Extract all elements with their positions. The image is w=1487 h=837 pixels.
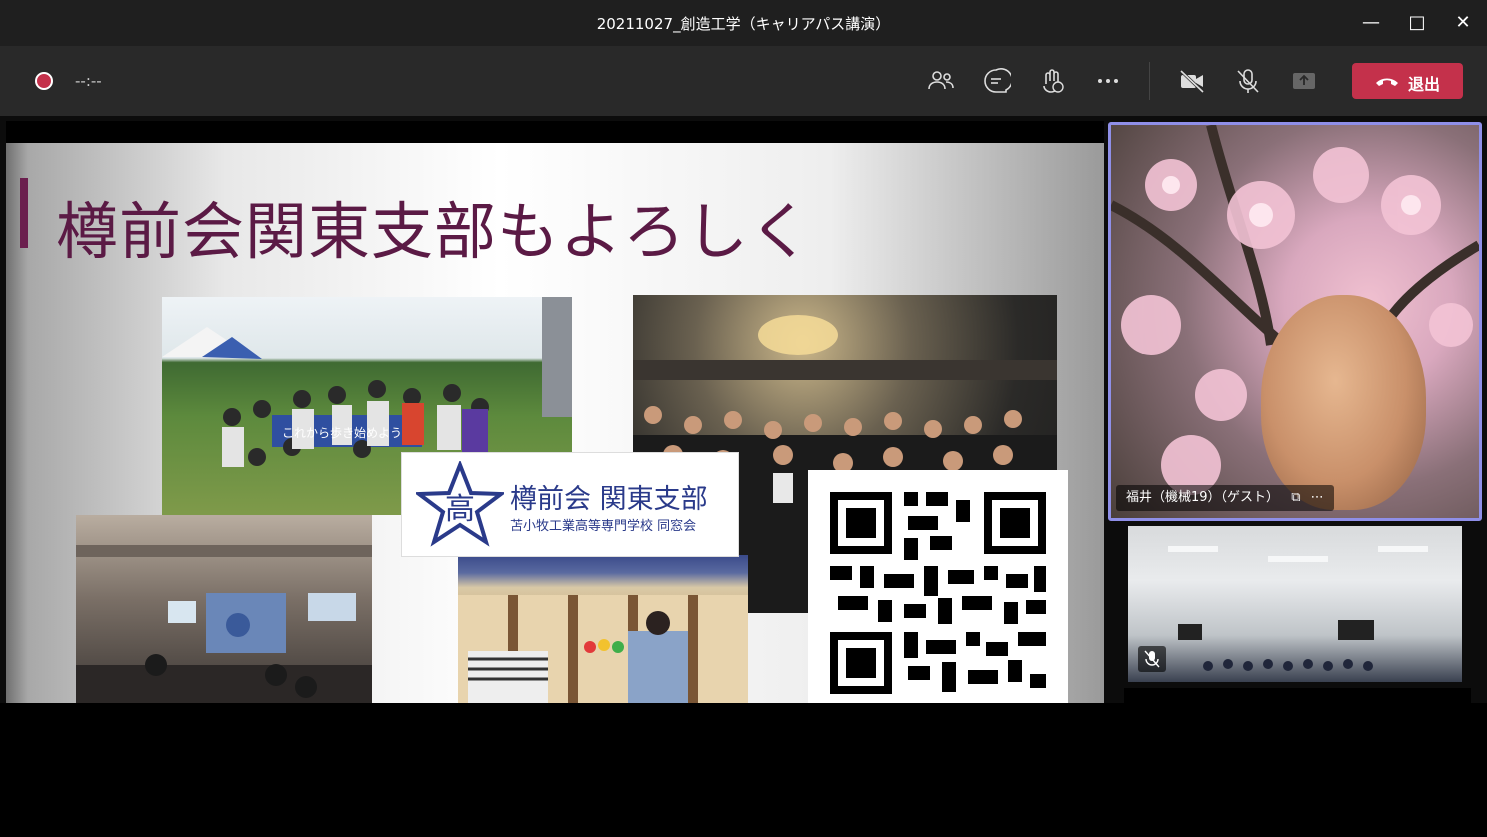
- raise-hand-icon[interactable]: [1037, 66, 1067, 96]
- shared-screen[interactable]: 樽前会関東支部もよろしく これから歩き始めよう 高 樽前会 関東支部 苫小牧工業…: [6, 121, 1104, 703]
- slide-heading: 樽前会関東支部もよろしく: [56, 195, 813, 268]
- qr-code-icon: [808, 470, 1068, 703]
- participant-tile-active[interactable]: 福井（機械19）（ゲスト） ⧉ ⋯: [1108, 122, 1482, 521]
- meeting-stage: 樽前会関東支部もよろしく これから歩き始めよう 高 樽前会 関東支部 苫小牧工業…: [0, 116, 1487, 703]
- share-icon[interactable]: [1289, 66, 1319, 96]
- close-icon[interactable]: ✕: [1448, 8, 1478, 38]
- participant-more-icon[interactable]: ⋯: [1311, 490, 1324, 505]
- event-photo-bowling: [458, 555, 748, 703]
- slide-accent-bar: [20, 178, 28, 248]
- participant-video: [1261, 295, 1426, 510]
- logo-title: 樽前会 関東支部: [510, 484, 708, 515]
- classroom-video: [1168, 546, 1428, 671]
- window-title: 20211027_創造工学（キャリアパス講演）: [596, 15, 891, 33]
- presentation-slide: 樽前会関東支部もよろしく これから歩き始めよう 高 樽前会 関東支部 苫小牧工業…: [6, 143, 1104, 703]
- leave-label: 退出: [1408, 75, 1441, 94]
- participant-name: 福井（機械19）（ゲスト）: [1126, 490, 1280, 505]
- banner-text: これから歩き始めよう: [282, 425, 402, 440]
- meeting-toolbar: --:-- 退出: [0, 46, 1487, 116]
- minimize-icon[interactable]: —: [1356, 8, 1386, 38]
- emblem-char: 高: [445, 492, 475, 527]
- tarumae-emblem-icon: 高: [416, 461, 504, 547]
- chat-icon[interactable]: [981, 66, 1013, 96]
- meeting-timer: --:--: [75, 72, 102, 90]
- screen-share-indicator-icon: ⧉: [1291, 490, 1301, 505]
- participant-tile-room[interactable]: [1128, 526, 1462, 682]
- leave-button[interactable]: 退出: [1352, 63, 1463, 99]
- logo-subtitle: 苫小牧工業高等専門学校 同窓会: [510, 519, 697, 534]
- participant-strip: [1124, 688, 1471, 703]
- people-icon[interactable]: [926, 66, 956, 96]
- more-icon[interactable]: [1093, 66, 1123, 96]
- maximize-icon[interactable]: □: [1402, 8, 1432, 38]
- event-photo-seminar: [76, 515, 372, 703]
- title-bar: 20211027_創造工学（キャリアパス講演） — □ ✕: [0, 0, 1487, 46]
- muted-mic-icon: [1138, 646, 1166, 672]
- camera-off-icon[interactable]: [1177, 66, 1207, 96]
- toolbar-divider: [1149, 62, 1150, 100]
- kanto-branch-logo-card: 高 樽前会 関東支部 苫小牧工業高等専門学校 同窓会: [401, 452, 739, 557]
- mic-off-icon[interactable]: [1233, 66, 1263, 96]
- participant-name-label: 福井（機械19）（ゲスト） ⧉ ⋯: [1116, 485, 1334, 511]
- record-indicator-icon: [35, 72, 53, 90]
- phone-hangup-icon: [1376, 78, 1398, 86]
